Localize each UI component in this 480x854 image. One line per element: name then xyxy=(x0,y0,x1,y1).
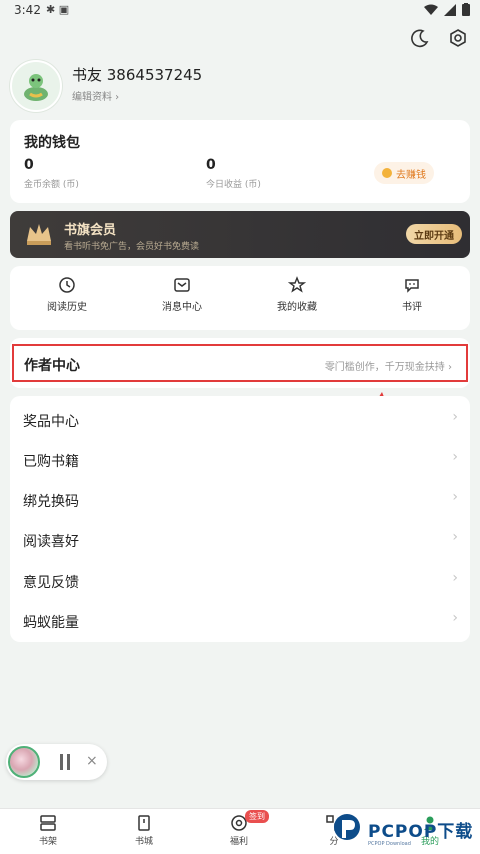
nav-bookstore[interactable]: 书城 xyxy=(114,814,174,847)
nav-label: 福利 xyxy=(229,837,248,847)
coin-balance[interactable]: 0 xyxy=(24,157,34,173)
system-icons xyxy=(424,3,470,19)
nav-bookshelf[interactable]: 书架 xyxy=(18,814,78,847)
menu-list: 奖品中心 › 已购书籍 › 绑兑换码 › 阅读喜好 › 意见反馈 › 蚂蚁能量 … xyxy=(10,396,470,642)
status-time: 3:42 xyxy=(14,3,41,17)
close-icon[interactable]: × xyxy=(86,753,98,769)
clock-icon xyxy=(59,277,75,293)
star-icon xyxy=(288,276,306,293)
edit-profile-link[interactable]: 编辑资料 › xyxy=(72,88,119,103)
vip-open-button[interactable]: 立即开通 xyxy=(406,224,462,244)
menu-item-reading-preferences[interactable]: 阅读喜好 › xyxy=(10,519,470,559)
chevron-right-icon: › xyxy=(452,529,458,545)
crown-icon xyxy=(24,219,54,253)
audio-cover-thumbnail[interactable] xyxy=(8,746,40,778)
menu-item-prize-center[interactable]: 奖品中心 › xyxy=(10,399,470,439)
signal-icon xyxy=(444,3,456,19)
menu-item-label: 绑兑换码 xyxy=(23,494,79,510)
today-income[interactable]: 0 xyxy=(206,157,216,173)
sign-in-badge: 签到 xyxy=(245,810,269,823)
settings-icon[interactable] xyxy=(448,28,468,52)
quick-action-label: 书评 xyxy=(402,302,422,313)
status-bar: 3:42 ✱ ▣ xyxy=(0,0,480,22)
vip-subtitle: 看书听书免广告，会员好书免费读 xyxy=(64,242,200,252)
chevron-right-icon: › xyxy=(452,610,458,626)
book-icon xyxy=(138,815,150,831)
quick-action-label: 消息中心 xyxy=(162,302,202,313)
pcpop-logo-icon xyxy=(334,813,360,840)
avatar[interactable] xyxy=(10,60,62,112)
chevron-right-icon: › xyxy=(452,570,458,586)
today-income-label: 今日收益 (币) xyxy=(206,180,261,190)
menu-item-label: 已购书籍 xyxy=(23,454,79,470)
pause-icon[interactable] xyxy=(58,753,72,775)
menu-item-redeem-code[interactable]: 绑兑换码 › xyxy=(10,479,470,519)
earn-money-label: 去赚钱 xyxy=(396,169,426,181)
vip-banner[interactable]: 书旗会员 看书听书免广告，会员好书免费读 立即开通 xyxy=(10,211,470,258)
menu-item-label: 意见反馈 xyxy=(23,575,79,591)
watermark: PCPOP下载 PCPOP Download xyxy=(330,806,480,853)
nav-label: 书架 xyxy=(38,837,57,847)
chat-bubble-icon xyxy=(405,279,419,293)
quick-action-favorites[interactable]: 我的收藏 xyxy=(242,276,352,313)
watermark-text: PCPOP下载 xyxy=(368,822,474,842)
author-center-subtitle: 零门槛创作，千万现金扶持 › xyxy=(324,362,452,373)
wallet-title: 我的钱包 xyxy=(24,135,80,151)
menu-item-feedback[interactable]: 意见反馈 › xyxy=(10,560,470,600)
menu-item-purchased-books[interactable]: 已购书籍 › xyxy=(10,439,470,479)
audio-player-pill[interactable]: × xyxy=(6,744,107,780)
wallet-card: 我的钱包 0 金币余额 (币) 0 今日收益 (币) 去赚钱 xyxy=(10,120,470,203)
menu-item-label: 奖品中心 xyxy=(23,414,79,430)
quick-action-reading-history[interactable]: 阅读历史 xyxy=(12,276,122,313)
vip-title: 书旗会员 xyxy=(64,223,117,238)
message-box-icon xyxy=(174,278,190,292)
chevron-right-icon: › xyxy=(452,449,458,465)
quick-action-label: 阅读历史 xyxy=(47,302,87,313)
chevron-right-icon: › xyxy=(452,409,458,425)
coin-balance-label: 金币余额 (币) xyxy=(24,180,79,190)
quick-actions-card: 阅读历史 消息中心 我的收藏 书评 xyxy=(10,266,470,330)
night-mode-icon[interactable] xyxy=(410,28,430,52)
menu-item-ant-energy[interactable]: 蚂蚁能量 › xyxy=(10,600,470,640)
watermark-subtext: PCPOP Download xyxy=(368,841,411,847)
earn-money-button[interactable]: 去赚钱 xyxy=(374,162,434,184)
header-actions xyxy=(410,28,468,52)
quick-action-reviews[interactable]: 书评 xyxy=(357,276,467,313)
wifi-icon xyxy=(424,4,438,19)
battery-icon xyxy=(462,3,470,19)
coin-icon xyxy=(382,168,392,178)
quick-action-label: 我的收藏 xyxy=(277,302,317,313)
chevron-right-icon: › xyxy=(452,489,458,505)
snake-avatar-icon xyxy=(24,74,48,101)
author-center-title[interactable]: 作者中心 xyxy=(24,355,80,375)
quick-action-message-center[interactable]: 消息中心 xyxy=(127,276,237,313)
notification-icon: ✱ ▣ xyxy=(46,3,70,16)
menu-item-label: 阅读喜好 xyxy=(23,534,79,550)
nav-label: 书城 xyxy=(134,837,153,847)
menu-item-label: 蚂蚁能量 xyxy=(23,615,79,631)
bookshelf-icon xyxy=(40,815,56,831)
username: 书友 3864537245 xyxy=(72,66,203,84)
